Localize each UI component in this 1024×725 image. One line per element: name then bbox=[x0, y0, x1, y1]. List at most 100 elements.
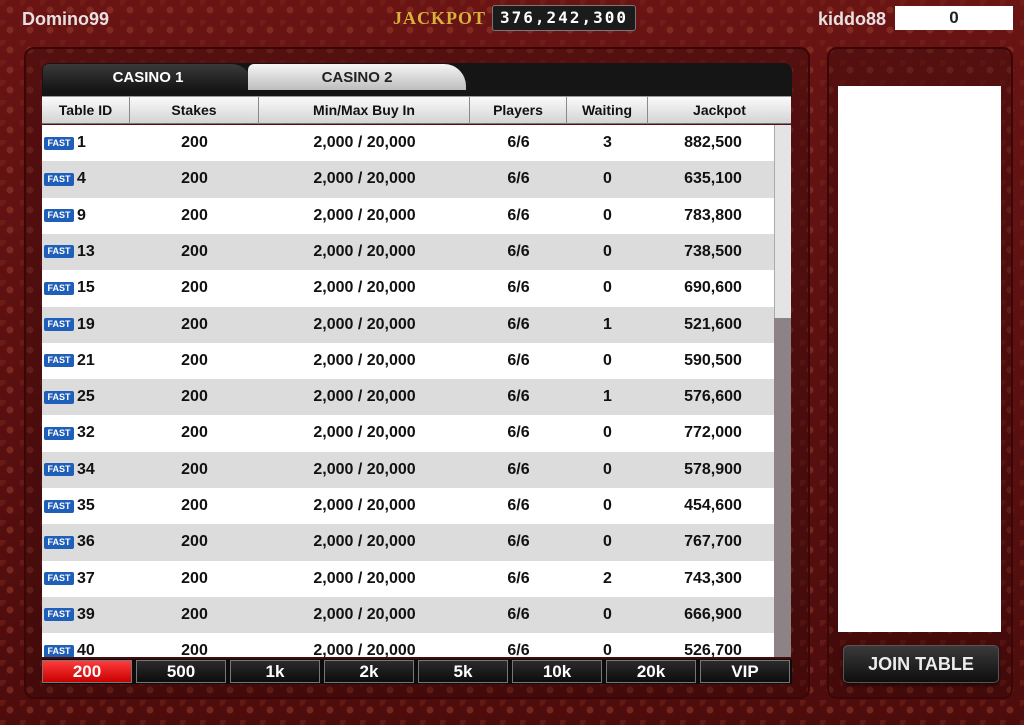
table-id: 9 bbox=[77, 206, 86, 224]
fast-badge: FAST bbox=[44, 136, 74, 150]
table-id-cell: FAST 39 bbox=[42, 597, 130, 633]
fast-badge: FAST bbox=[44, 281, 74, 295]
table-id: 25 bbox=[77, 388, 95, 406]
stake-filter-20k[interactable]: 20k bbox=[606, 660, 696, 683]
username: kiddo88 bbox=[818, 9, 887, 29]
table-id: 34 bbox=[77, 460, 95, 478]
stake-filter-500[interactable]: 500 bbox=[136, 660, 226, 683]
scrollbar-thumb[interactable] bbox=[774, 125, 791, 318]
table-row[interactable]: FAST 36 200 2,000 / 20,000 6/6 0 767,700 bbox=[42, 524, 774, 561]
table-row[interactable]: FAST 1 200 2,000 / 20,000 6/6 3 882,500 bbox=[42, 125, 774, 161]
jackpot-cell: 590,500 bbox=[684, 351, 742, 369]
waiting-cell: 0 bbox=[603, 460, 612, 478]
table-row[interactable]: FAST 25 200 2,000 / 20,000 6/6 1 576,600 bbox=[42, 379, 774, 416]
stake-filter-10k[interactable]: 10k bbox=[512, 660, 602, 683]
buyin-cell: 2,000 / 20,000 bbox=[313, 242, 416, 260]
players-cell: 6/6 bbox=[507, 315, 530, 333]
fast-badge: FAST bbox=[44, 354, 74, 368]
scrollbar-track[interactable] bbox=[774, 125, 791, 657]
buyin-cell: 2,000 / 20,000 bbox=[313, 351, 416, 369]
jackpot-cell: 882,500 bbox=[684, 134, 742, 151]
table-id: 36 bbox=[77, 533, 95, 551]
buyin-cell: 2,000 / 20,000 bbox=[313, 279, 416, 297]
fast-badge: FAST bbox=[44, 209, 74, 223]
buyin-cell: 2,000 / 20,000 bbox=[313, 460, 416, 478]
header-jackpot[interactable]: Jackpot bbox=[648, 97, 791, 124]
waiting-cell: 0 bbox=[603, 642, 612, 657]
table-id-cell: FAST 36 bbox=[42, 524, 130, 560]
jackpot-cell: 526,700 bbox=[684, 642, 742, 657]
fast-badge: FAST bbox=[44, 644, 74, 657]
stake-filter-vip[interactable]: VIP bbox=[700, 660, 790, 683]
jackpot-cell: 743,300 bbox=[684, 569, 742, 587]
players-cell: 6/6 bbox=[507, 424, 530, 442]
table-row[interactable]: FAST 21 200 2,000 / 20,000 6/6 0 590,500 bbox=[42, 343, 774, 379]
waiting-cell: 0 bbox=[603, 170, 612, 188]
header-stakes[interactable]: Stakes bbox=[130, 97, 259, 124]
jackpot-cell: 738,500 bbox=[684, 242, 742, 260]
table-row[interactable]: FAST 13 200 2,000 / 20,000 6/6 0 738,500 bbox=[42, 233, 774, 271]
fast-badge: FAST bbox=[44, 172, 74, 186]
fast-badge: FAST bbox=[44, 245, 74, 259]
waiting-cell: 1 bbox=[603, 315, 612, 333]
table-list: FAST 1 200 2,000 / 20,000 6/6 3 882,500 FAST 4 20… bbox=[42, 125, 774, 657]
players-cell: 6/6 bbox=[507, 569, 530, 587]
table-id: 19 bbox=[77, 315, 95, 333]
header-waiting[interactable]: Waiting bbox=[567, 97, 648, 124]
stakes-cell: 200 bbox=[181, 424, 208, 442]
table-id-cell: FAST 34 bbox=[42, 452, 130, 488]
waiting-cell: 3 bbox=[603, 134, 612, 151]
buyin-cell: 2,000 / 20,000 bbox=[313, 315, 416, 333]
players-cell: 6/6 bbox=[507, 170, 530, 188]
buyin-cell: 2,000 / 20,000 bbox=[313, 533, 416, 551]
table-row[interactable]: FAST 32 200 2,000 / 20,000 6/6 0 772,000 bbox=[42, 415, 774, 451]
table-row[interactable]: FAST 39 200 2,000 / 20,000 6/6 0 666,900 bbox=[42, 596, 774, 634]
players-cell: 6/6 bbox=[507, 279, 530, 297]
buyin-cell: 2,000 / 20,000 bbox=[313, 134, 416, 151]
buyin-cell: 2,000 / 20,000 bbox=[313, 206, 416, 224]
table-preview bbox=[838, 86, 1001, 632]
stake-filter-5k[interactable]: 5k bbox=[418, 660, 508, 683]
tab-casino-1[interactable]: CASINO 1 bbox=[43, 64, 253, 90]
stakes-cell: 200 bbox=[181, 134, 208, 151]
stake-filter-1k[interactable]: 1k bbox=[230, 660, 320, 683]
waiting-cell: 0 bbox=[603, 497, 612, 514]
table-row[interactable]: FAST 15 200 2,000 / 20,000 6/6 0 690,600 bbox=[42, 270, 774, 306]
table-id-cell: FAST 1 bbox=[42, 125, 130, 161]
table-row[interactable]: FAST 9 200 2,000 / 20,000 6/6 0 783,800 bbox=[42, 198, 774, 234]
table-row[interactable]: FAST 37 200 2,000 / 20,000 6/6 2 743,300 bbox=[42, 561, 774, 597]
table-row[interactable]: FAST 4 200 2,000 / 20,000 6/6 0 635,100 bbox=[42, 161, 774, 198]
table-id: 32 bbox=[77, 424, 95, 442]
header-table-id[interactable]: Table ID bbox=[42, 97, 130, 124]
header-players[interactable]: Players bbox=[470, 97, 567, 124]
table-id: 39 bbox=[77, 605, 95, 623]
header-buyin[interactable]: Min/Max Buy In bbox=[259, 97, 470, 124]
table-id-cell: FAST 25 bbox=[42, 379, 130, 415]
table-id-cell: FAST 32 bbox=[42, 415, 130, 451]
table-row[interactable]: FAST 35 200 2,000 / 20,000 6/6 0 454,600 bbox=[42, 488, 774, 524]
stakes-cell: 200 bbox=[181, 388, 208, 406]
stake-filter-2k[interactable]: 2k bbox=[324, 660, 414, 683]
waiting-cell: 0 bbox=[603, 533, 612, 551]
players-cell: 6/6 bbox=[507, 134, 530, 151]
stake-filter-200[interactable]: 200 bbox=[42, 660, 132, 683]
table-id-cell: FAST 21 bbox=[42, 343, 130, 379]
players-cell: 6/6 bbox=[507, 388, 530, 406]
stakes-cell: 200 bbox=[181, 315, 208, 333]
tab-casino-2[interactable]: CASINO 2 bbox=[248, 64, 466, 90]
fast-badge: FAST bbox=[44, 318, 74, 331]
table-row[interactable]: FAST 40 200 2,000 / 20,000 6/6 0 526,700 bbox=[42, 633, 774, 657]
jackpot-cell: 767,700 bbox=[684, 533, 742, 551]
join-table-button[interactable]: JOIN TABLE bbox=[843, 645, 999, 683]
table-id-cell: FAST 13 bbox=[42, 234, 130, 270]
table-id: 1 bbox=[77, 134, 86, 151]
buyin-cell: 2,000 / 20,000 bbox=[313, 388, 416, 406]
waiting-cell: 0 bbox=[603, 206, 612, 224]
table-row[interactable]: FAST 34 200 2,000 / 20,000 6/6 0 578,900 bbox=[42, 451, 774, 488]
table-row[interactable]: FAST 19 200 2,000 / 20,000 6/6 1 521,600 bbox=[42, 306, 774, 343]
table-id-cell: FAST 4 bbox=[42, 161, 130, 197]
jackpot-cell: 454,600 bbox=[684, 497, 742, 514]
stakes-cell: 200 bbox=[181, 206, 208, 224]
stakes-cell: 200 bbox=[181, 170, 208, 188]
table-id: 4 bbox=[77, 170, 86, 188]
